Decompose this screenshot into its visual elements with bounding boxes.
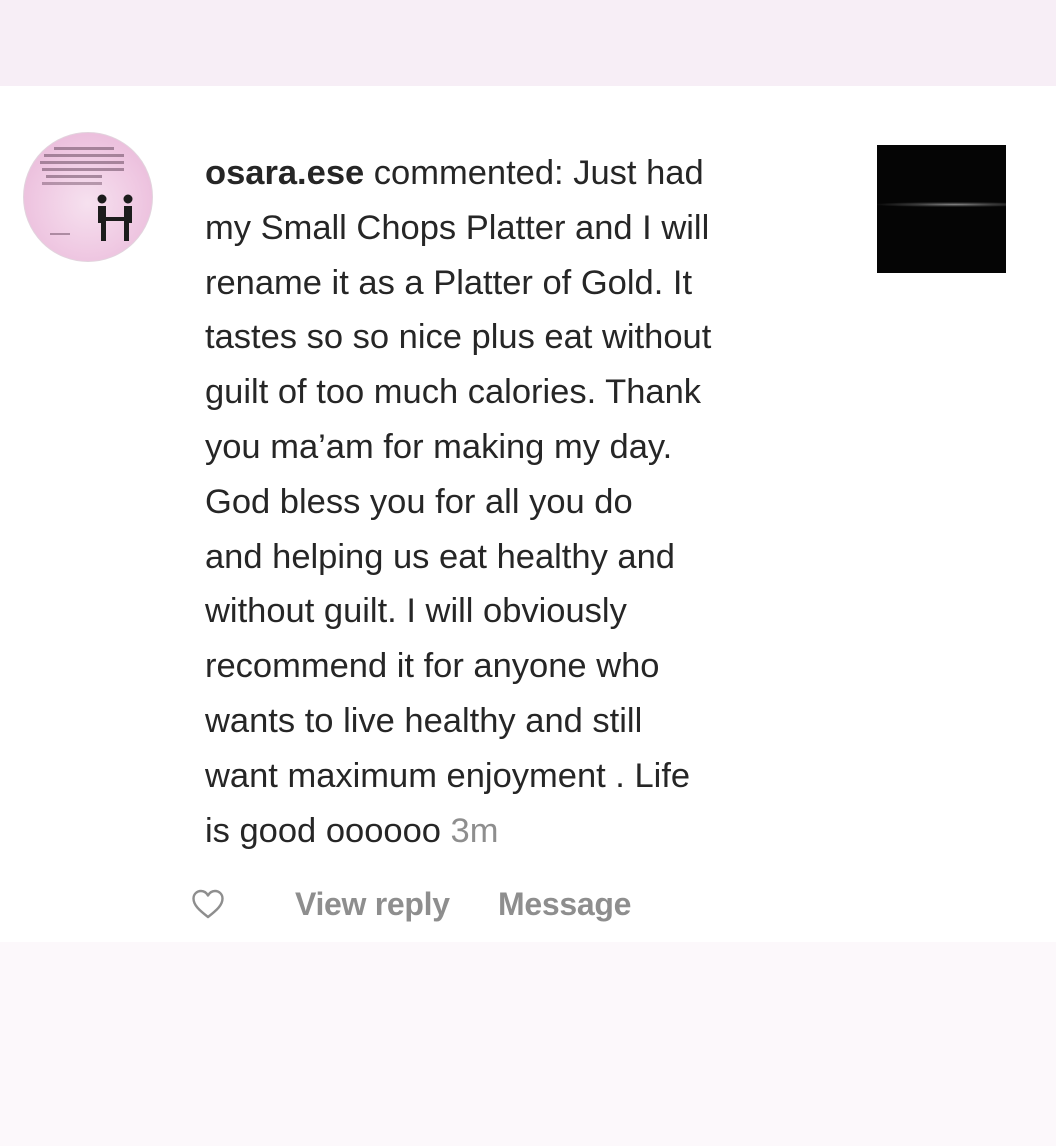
comment-line: you ma’am for making my day. xyxy=(205,427,673,466)
comment-username[interactable]: osara.ese xyxy=(205,154,364,192)
comment-line: rename it as a Platter of Gold. It xyxy=(205,263,693,302)
avatar-image xyxy=(40,147,133,241)
view-reply-button[interactable]: View reply xyxy=(295,886,450,923)
comment-line-text: is good oooooo xyxy=(205,811,451,850)
post-thumbnail[interactable] xyxy=(877,145,1006,273)
comment-line: osara.ese commented: Just had xyxy=(205,146,845,201)
comment-line: God bless you for all you do xyxy=(205,482,633,521)
thumbnail-highlight xyxy=(877,202,1006,207)
heart-outline-icon[interactable] xyxy=(191,889,225,919)
comment-line: want maximum enjoyment . Life xyxy=(205,756,691,795)
comment-line: my Small Chops Platter and I will xyxy=(205,208,710,247)
top-background-band xyxy=(0,0,1056,86)
avatar[interactable] xyxy=(23,132,153,262)
comment-line: wants to live healthy and still xyxy=(205,701,643,740)
comment-line: guilt of too much calories. Thank xyxy=(205,373,702,412)
message-button[interactable]: Message xyxy=(498,886,631,923)
comment-line: recommend it for anyone who xyxy=(205,647,660,686)
comment-line: without guilt. I will obviously xyxy=(205,592,627,631)
comment-body: osara.ese commented: Just had my Small C… xyxy=(205,146,845,858)
comment-line: and helping us eat healthy and xyxy=(205,537,675,576)
bottom-background-band xyxy=(0,942,1056,1146)
comment-line: is good oooooo 3m xyxy=(205,804,845,859)
comment-timestamp: 3m xyxy=(450,811,499,850)
comment-line: tastes so so nice plus eat without xyxy=(205,318,712,357)
comment-line-text: commented: Just had xyxy=(364,154,704,192)
